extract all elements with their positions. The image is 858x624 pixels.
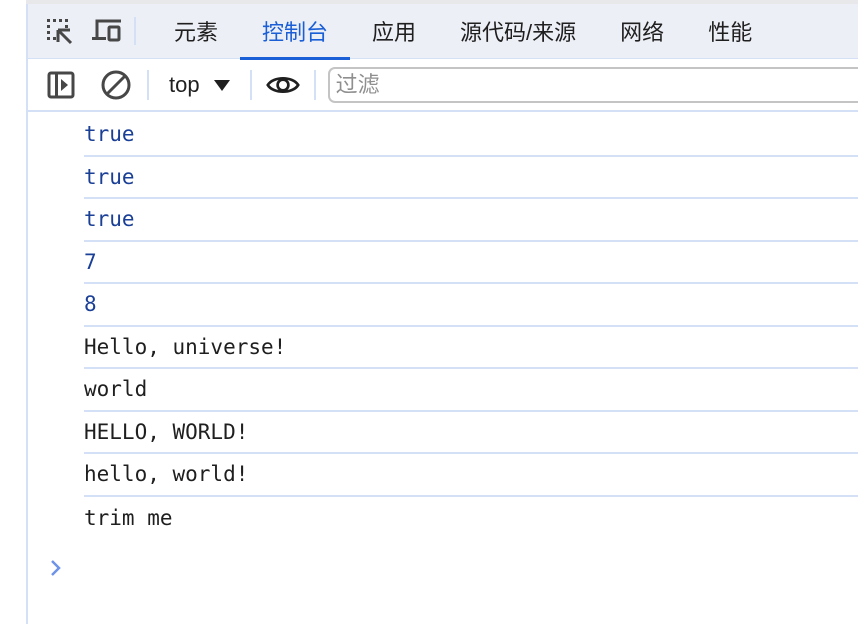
filter-input[interactable] [327, 67, 858, 103]
clear-console-button[interactable] [99, 68, 133, 102]
console-entry: 7 [84, 242, 858, 284]
chevron-right-icon [51, 560, 61, 576]
toolbar-separator [147, 70, 149, 100]
tab-label: 网络 [620, 20, 665, 45]
devtools-panel: 元素 控制台 应用 源代码/来源 网络 性能 top 过滤 true true … [26, 4, 858, 624]
left-gutter [0, 0, 26, 624]
console-entry-text: 8 [84, 292, 97, 317]
tab-label: 元素 [174, 20, 219, 45]
tab-label: 控制台 [262, 20, 329, 45]
tab-sources[interactable]: 源代码/来源 [438, 4, 598, 59]
console-entry-text: true [84, 164, 135, 189]
toolbar-separator [313, 70, 316, 100]
console-output: true true true 7 8 Hello, universe! worl… [28, 114, 858, 576]
eye-icon [265, 76, 300, 94]
console-entry: 8 [84, 284, 858, 327]
console-entry-text: true [84, 122, 135, 147]
console-prompt[interactable] [50, 554, 70, 582]
tab-label: 应用 [372, 20, 417, 45]
console-entry: hello, world! [84, 454, 858, 497]
console-entry: true [84, 114, 858, 157]
context-selector[interactable]: top [159, 72, 240, 98]
console-entry-text: Hello, universe! [84, 334, 287, 359]
context-value: top [169, 72, 200, 97]
tab-network[interactable]: 网络 [598, 4, 686, 59]
console-entry-text: 7 [84, 249, 97, 274]
device-toolbar-icon [92, 19, 121, 42]
tab-application[interactable]: 应用 [350, 4, 438, 59]
console-toolbar: top [28, 60, 858, 112]
clear-console-icon [101, 70, 131, 100]
tab-console[interactable]: 控制台 [240, 4, 351, 60]
console-entry: Hello, universe! [84, 327, 858, 369]
console-entry-text: HELLO, WORLD! [84, 419, 249, 444]
live-expression-button[interactable] [265, 68, 300, 102]
console-entry: HELLO, WORLD! [84, 412, 858, 454]
console-entry-text: world [84, 377, 148, 402]
tab-label: 源代码/来源 [460, 20, 577, 45]
tab-performance[interactable]: 性能 [686, 4, 774, 59]
console-entry: true [84, 157, 858, 199]
console-entry: world [84, 369, 858, 412]
inspect-element-button[interactable] [42, 14, 76, 48]
toggle-sidebar-button[interactable] [44, 68, 78, 102]
sidebar-toggle-icon [47, 71, 75, 99]
console-entry-text: true [84, 207, 135, 232]
devtools-tab-bar: 元素 控制台 应用 源代码/来源 网络 性能 [28, 4, 858, 60]
tab-separator [134, 17, 136, 45]
tab-elements[interactable]: 元素 [152, 4, 240, 59]
toolbar-separator [249, 70, 252, 100]
device-toolbar-button[interactable] [90, 14, 124, 48]
console-entry-text: hello, world! [84, 462, 249, 487]
caret-down-icon [213, 79, 230, 91]
console-entry: trim me [84, 497, 858, 540]
inspect-element-icon [47, 19, 73, 45]
console-entry: true [84, 199, 858, 242]
tab-label: 性能 [708, 20, 753, 45]
console-entry-text: trim me [84, 505, 173, 530]
